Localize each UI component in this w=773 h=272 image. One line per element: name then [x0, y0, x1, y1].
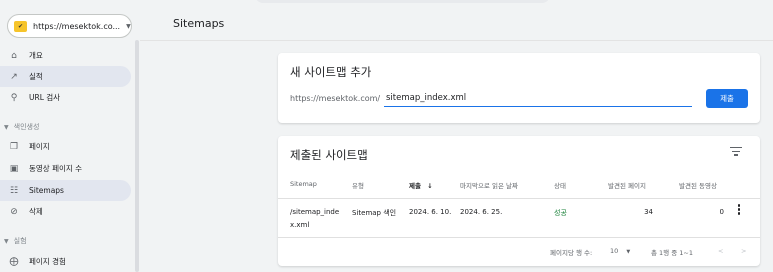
top-search-bar-edge	[255, 0, 550, 3]
add-sitemap-title: 새 사이트맵 추가	[290, 65, 372, 79]
sidebar-item-label: 실적	[29, 72, 43, 81]
sidebar-item-label: 삭제	[29, 207, 43, 216]
property-favicon-icon: ✔	[14, 20, 27, 32]
column-header-pages[interactable]: 발견된 페이지	[608, 180, 646, 190]
last-read-date: 2024. 6. 25.	[460, 208, 503, 216]
column-header-submitted[interactable]: 제출 ↓	[409, 180, 433, 190]
page-title: Sitemaps	[173, 17, 225, 30]
sidebar-item-label: URL 검사	[29, 93, 61, 102]
sidebar-item-pages[interactable]: ❐ 페이지	[0, 136, 131, 157]
sidebar-item-page-experience[interactable]: ⨁ 페이지 경험	[0, 251, 131, 272]
row-divider	[278, 198, 760, 199]
rows-per-page-value: 10	[610, 247, 619, 255]
page-experience-icon: ⨁	[9, 256, 19, 267]
sitemap-icon: ☷	[9, 185, 19, 196]
sitemap-path[interactable]: x.xml	[290, 221, 309, 229]
sitemap-type: Sitemap 색인	[352, 209, 397, 217]
sidebar-item-label: 동영상 페이지 수	[29, 164, 83, 173]
sidebar-section-indexing[interactable]: ▼ 색인생성	[4, 122, 39, 132]
pagination-range: 총 1행 중 1~1	[651, 249, 693, 257]
collapse-caret-icon: ▼	[4, 237, 9, 245]
next-page-button[interactable]: >	[741, 247, 746, 255]
discovered-pages: 34	[644, 208, 653, 216]
sidebar-item-label: 페이지 경험	[29, 257, 66, 266]
sidebar: ✔ https://mesektok.co... ▼ ⌂ 개요 ↗ 실적 ⚲ U…	[0, 0, 140, 272]
pages-icon: ❐	[9, 141, 19, 152]
submit-button[interactable]: 제출	[706, 89, 748, 108]
header-divider	[140, 40, 773, 41]
sidebar-item-video-pages[interactable]: ▣ 동영상 페이지 수	[0, 158, 131, 179]
video-pages-icon: ▣	[9, 163, 19, 174]
sidebar-section-label: 실험	[13, 237, 27, 245]
add-sitemap-card: 새 사이트맵 추가 https://mesektok.com/ 제출	[278, 53, 760, 123]
remove-icon: ⊘	[10, 206, 18, 217]
column-header-label: 제출	[409, 182, 421, 190]
sort-arrow-icon: ↓	[427, 182, 433, 190]
sitemap-url-input[interactable]	[384, 90, 692, 107]
status-badge: 성공	[554, 209, 567, 217]
row-divider	[278, 237, 760, 238]
rows-per-page-label: 페이지당 행 수:	[550, 249, 593, 257]
sitemap-path[interactable]: /sitemap_inde	[290, 208, 339, 216]
sidebar-item-label: 개요	[29, 51, 43, 60]
sidebar-section-experience[interactable]: ▼ 실험	[4, 236, 27, 246]
column-header-last-read[interactable]: 마지막으로 읽은 날짜	[460, 180, 518, 190]
sidebar-item-sitemaps[interactable]: ☷ Sitemaps	[0, 180, 131, 201]
dropdown-caret-icon: ▼	[126, 22, 131, 30]
column-header-videos[interactable]: 발견된 동영상	[679, 180, 717, 190]
submitted-sitemaps-card: 제출된 사이트맵 Sitemap 유형 제출 ↓ 마지막으로 읽은 날짜 상태 …	[278, 136, 760, 266]
filter-icon[interactable]	[730, 147, 742, 157]
sidebar-item-url-inspection[interactable]: ⚲ URL 검사	[0, 87, 131, 108]
sidebar-item-overview[interactable]: ⌂ 개요	[0, 45, 131, 66]
prev-page-button[interactable]: <	[718, 247, 723, 255]
property-label: https://mesektok.co...	[33, 21, 121, 31]
property-selector[interactable]: ✔ https://mesektok.co... ▼	[7, 14, 132, 38]
search-icon: ⚲	[10, 92, 18, 103]
discovered-videos: 0	[719, 208, 724, 216]
sidebar-item-removals[interactable]: ⊘ 삭제	[0, 201, 131, 222]
url-prefix: https://mesektok.com/	[290, 94, 381, 103]
collapse-caret-icon: ▼	[4, 123, 9, 131]
submitted-date: 2024. 6. 10.	[409, 208, 452, 216]
more-options-icon[interactable]	[737, 204, 741, 216]
rows-per-page-select[interactable]: 10 ▼	[610, 247, 630, 255]
sidebar-item-label: Sitemaps	[29, 186, 64, 195]
sidebar-item-performance[interactable]: ↗ 실적	[0, 66, 131, 87]
column-header-type[interactable]: 유형	[352, 180, 364, 190]
sidebar-item-label: 페이지	[29, 142, 50, 151]
sidebar-scrollbar[interactable]	[135, 40, 139, 272]
column-header-sitemap[interactable]: Sitemap	[290, 180, 317, 188]
home-icon: ⌂	[11, 50, 17, 61]
trending-icon: ↗	[10, 71, 18, 82]
submitted-sitemaps-title: 제출된 사이트맵	[290, 148, 368, 162]
chevron-down-icon: ▼	[626, 249, 631, 255]
column-header-status[interactable]: 상태	[554, 180, 566, 190]
sidebar-section-label: 색인생성	[13, 123, 40, 131]
